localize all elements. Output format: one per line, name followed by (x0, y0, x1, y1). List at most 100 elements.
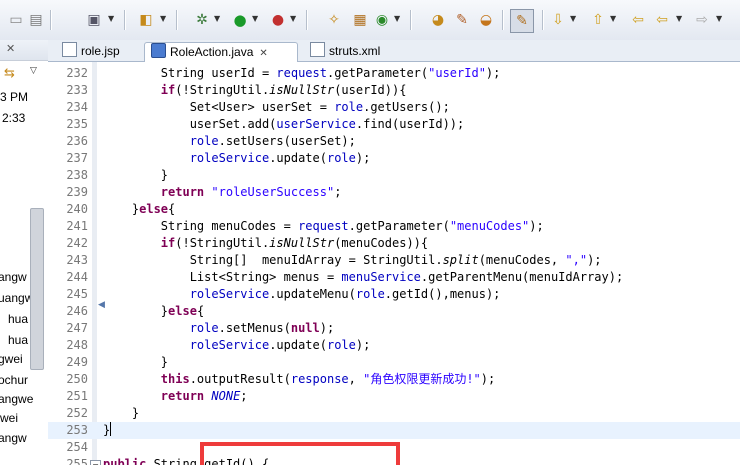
open-task-icon[interactable]: ✎ (454, 12, 470, 28)
code-editor[interactable]: 232 String userId = request.getParameter… (48, 62, 740, 465)
code-token: } (103, 423, 111, 437)
chevron-down-icon[interactable]: ▼ (214, 14, 220, 23)
tab-role-jsp[interactable]: role.jsp (56, 42, 138, 61)
code-line[interactable]: 246 }else{ (48, 303, 740, 320)
code-line[interactable]: 238 } (48, 167, 740, 184)
code-token: .update( (269, 338, 327, 352)
last-edit-location-icon[interactable]: ⇦ (630, 12, 646, 28)
code-line[interactable]: 244 List<String> menus = menuService.get… (48, 269, 740, 286)
code-line[interactable]: 239 return "roleUserSuccess"; (48, 184, 740, 201)
list-item[interactable]: gwei (0, 352, 23, 366)
line-number: 254 (66, 440, 88, 454)
editor-tab-bar: role.jsp RoleAction.java ✕ struts.xml (48, 40, 740, 62)
code-token: role (355, 287, 385, 301)
code-line[interactable]: 234 Set<User> userSet = role.getUsers(); (48, 99, 740, 116)
chevron-down-icon[interactable]: ▼ (676, 14, 682, 23)
code-token: String[] menuIdArray = StringUtil. (103, 253, 443, 267)
code-line[interactable]: 242 if(!StringUtil.isNullStr(menuCodes))… (48, 235, 740, 252)
code-line[interactable]: 232 String userId = request.getParameter… (48, 65, 740, 82)
code-token: userService (276, 117, 356, 131)
code-text: } (103, 167, 168, 184)
run-icon[interactable]: ● (232, 12, 248, 28)
code-token: .updateMenu( (269, 287, 356, 301)
list-item[interactable]: hua (8, 333, 28, 347)
tab-struts-xml[interactable]: struts.xml (304, 42, 404, 61)
vertical-scrollbar[interactable] (30, 208, 44, 370)
debug-icon[interactable]: ✲ (194, 12, 210, 28)
new-class-icon[interactable]: ✧ (326, 12, 342, 28)
new-wizard-icon[interactable]: ◧ (138, 12, 154, 28)
code-token: "角色权限更新成功!" (363, 372, 481, 386)
code-token: ; (334, 185, 342, 199)
chevron-down-icon[interactable]: ▼ (108, 14, 114, 23)
code-line[interactable]: 235 userSet.add(userService.find(userId)… (48, 116, 740, 133)
code-line[interactable]: 236 role.setUsers(userSet); (48, 133, 740, 150)
list-item[interactable]: angwe (0, 392, 33, 406)
list-item[interactable]: angw (0, 431, 27, 445)
code-line[interactable]: 250 this.outputResult(response, "角色权限更新成… (48, 371, 740, 388)
code-line[interactable]: 241 String menuCodes = request.getParame… (48, 218, 740, 235)
code-line[interactable]: 248 roleService.update(role); (48, 337, 740, 354)
panel-close-icon[interactable]: ✕ (6, 42, 15, 55)
chevron-down-icon[interactable]: ▼ (716, 14, 722, 23)
save-all-icon[interactable]: ▭ (8, 12, 24, 28)
code-text: if(!StringUtil.isNullStr(userId)){ (103, 82, 407, 99)
open-type-icon[interactable]: ◕ (430, 12, 446, 28)
forward-icon[interactable]: ⇨ (694, 12, 710, 28)
list-item[interactable]: uangw (0, 291, 33, 305)
code-text: }else{ (103, 201, 175, 218)
code-line[interactable]: 249 } (48, 354, 740, 371)
chevron-down-icon[interactable]: ▼ (252, 14, 258, 23)
list-item[interactable]: hua (8, 312, 28, 326)
link-with-editor-icon[interactable]: ⇆ (4, 66, 15, 81)
list-item[interactable]: wei (0, 411, 18, 425)
code-text: String[] menuIdArray = StringUtil.split(… (103, 252, 602, 269)
code-token: roleService (189, 338, 270, 352)
list-item[interactable]: angw (0, 270, 27, 284)
code-token: isNullStr (269, 83, 335, 97)
code-token: response (290, 372, 349, 386)
chevron-down-icon[interactable]: ▼ (290, 14, 296, 23)
code-line[interactable]: 233 if(!StringUtil.isNullStr(userId)){ (48, 82, 740, 99)
print-icon[interactable]: ▤ (28, 12, 44, 28)
chevron-down-icon[interactable]: ▼ (570, 14, 576, 23)
next-annotation-icon[interactable]: ⇩ (550, 12, 566, 28)
code-line[interactable]: 243 String[] menuIdArray = StringUtil.sp… (48, 252, 740, 269)
code-line[interactable]: 251 return NONE; (48, 388, 740, 405)
code-token: roleService (189, 151, 270, 165)
terminal-icon[interactable]: ▣ (86, 12, 102, 28)
run-external-tools-icon[interactable]: ● (270, 12, 286, 28)
code-token: .find(userId)); (355, 117, 465, 131)
chevron-down-icon[interactable]: ▼ (394, 14, 400, 23)
line-number: 249 (66, 355, 88, 369)
close-icon[interactable]: ✕ (259, 44, 267, 63)
back-icon[interactable]: ⇦ (654, 12, 670, 28)
toggle-mark-occurrences-icon[interactable]: ✎ (510, 9, 534, 33)
toolbar-separator (124, 10, 126, 30)
view-menu-icon[interactable]: ▽ (30, 66, 37, 76)
code-line[interactable]: 237 roleService.update(role); (48, 150, 740, 167)
tab-roleaction-java[interactable]: RoleAction.java ✕ (144, 42, 298, 62)
code-line[interactable]: 240 }else{ (48, 201, 740, 218)
code-line[interactable]: 253} (48, 422, 740, 439)
search-icon[interactable]: ◒ (478, 12, 494, 28)
chevron-down-icon[interactable]: ▼ (160, 14, 166, 23)
code-token: (menuCodes, (478, 253, 566, 267)
new-refresh-icon[interactable]: ◉ (374, 12, 390, 28)
list-item[interactable]: ochur (0, 373, 28, 387)
toolbar-separator (410, 10, 412, 30)
new-package-icon[interactable]: ▦ (352, 12, 368, 28)
chevron-down-icon[interactable]: ▼ (610, 14, 616, 23)
code-line[interactable]: 252 } (48, 405, 740, 422)
code-token: ); (319, 321, 335, 335)
previous-annotation-icon[interactable]: ⇧ (590, 12, 606, 28)
fold-toggle-icon[interactable]: − (90, 460, 101, 465)
code-token: "menuCodes" (449, 219, 530, 233)
code-token: ); (355, 338, 371, 352)
line-number: 235 (66, 117, 88, 131)
code-token: .outputResult( (189, 372, 291, 386)
code-line[interactable]: 247 role.setMenus(null); (48, 320, 740, 337)
toolbar-separator (306, 10, 308, 30)
code-line[interactable]: 245 roleService.updateMenu(role.getId(),… (48, 286, 740, 303)
